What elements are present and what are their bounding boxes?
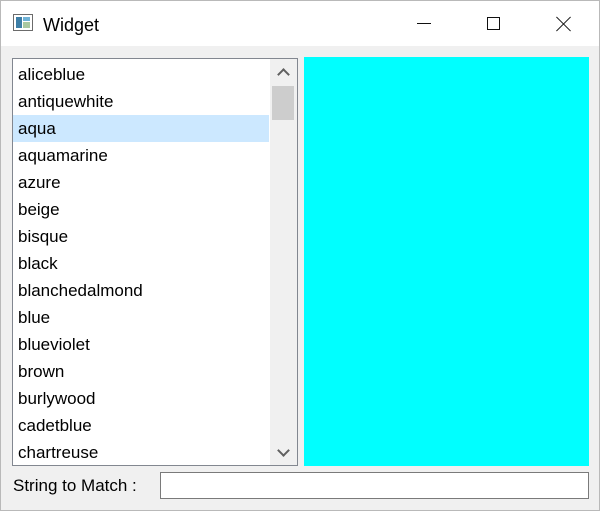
app-window-icon [13,14,33,31]
maximize-button[interactable] [470,1,516,46]
color-list[interactable]: aliceblue antiquewhite aqua aquamarine azure… [12,58,298,466]
close-icon [556,16,572,32]
close-button[interactable] [541,1,587,46]
list-item[interactable]: antiquewhite [13,88,269,115]
list-item[interactable]: aliceblue [13,61,269,88]
list-item[interactable]: blueviolet [13,331,269,358]
scroll-up-button[interactable] [270,59,297,85]
list-item[interactable]: black [13,250,269,277]
scroll-down-button[interactable] [270,439,297,465]
filter-input[interactable] [160,472,589,499]
filter-label: String to Match : [13,476,137,495]
minimize-icon [417,23,431,24]
vertical-scrollbar[interactable] [270,59,297,465]
list-item[interactable]: beige [13,196,269,223]
list-item[interactable]: chartreuse [13,439,269,465]
color-preview-panel [304,57,589,466]
list-item[interactable]: blanchedalmond [13,277,269,304]
list-item[interactable]: aquamarine [13,142,269,169]
scrollbar-thumb[interactable] [272,86,294,120]
window-title: Widget [43,15,100,35]
chevron-up-icon [277,67,290,81]
minimize-button[interactable] [401,1,447,46]
list-item[interactable]: bisque [13,223,269,250]
list-item[interactable]: blue [13,304,269,331]
color-list-items: aliceblue antiquewhite aqua aquamarine azure… [13,61,269,465]
widget-window: Widget aliceblue antiquewhite aqua aquamari… [0,0,600,511]
list-item[interactable]: brown [13,358,269,385]
list-item[interactable]: aqua [13,115,269,142]
list-item[interactable]: burlywood [13,385,269,412]
list-item[interactable]: cadetblue [13,412,269,439]
title-bar[interactable]: Widget [1,1,599,46]
chevron-down-icon [277,443,290,457]
list-item[interactable]: azure [13,169,269,196]
maximize-icon [486,17,500,30]
